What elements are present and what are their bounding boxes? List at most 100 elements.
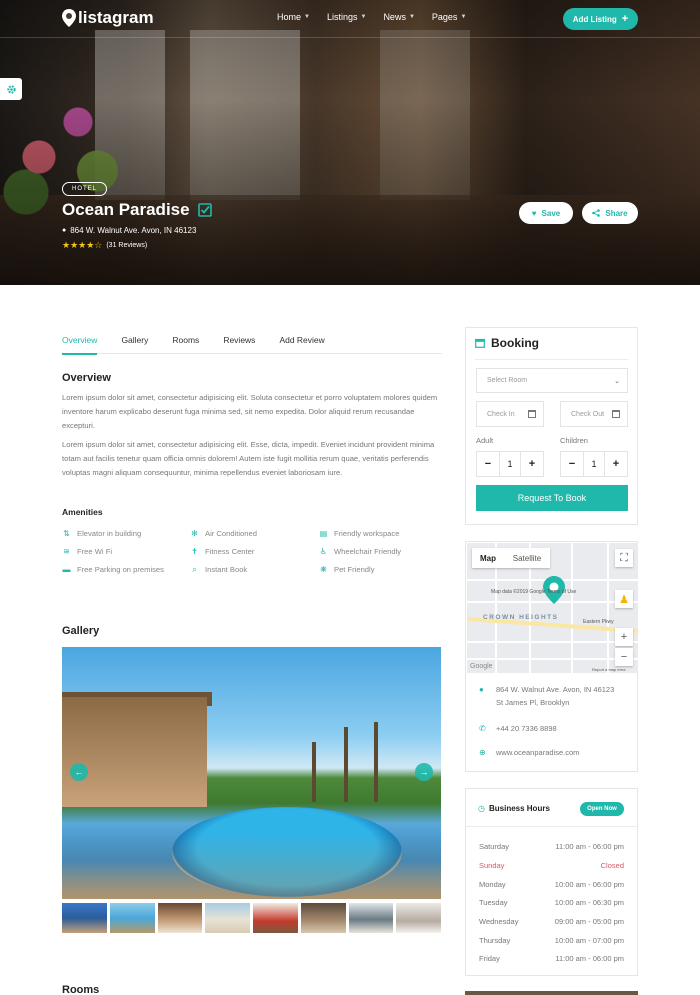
pegman-icon: ♟ [619,593,629,606]
decrement-button[interactable]: − [477,452,499,476]
amenity-item: ⌕ Instant Book [190,565,247,575]
google-logo: Google [470,663,493,670]
add-listing-button[interactable]: Add Listing + [563,8,638,30]
hours-row: Thursday 10:00 am - 07:00 pm [479,936,624,945]
amenity-item: ≋ Free Wi Fi [63,547,113,556]
phone-icon: ✆ [479,724,486,733]
hours-row: Sunday Closed [479,861,624,870]
share-button[interactable]: Share [582,202,638,224]
calendar-icon [528,410,536,418]
contact-phone[interactable]: ✆ +44 20 7336 8898 [479,722,557,735]
share-icon [592,209,601,217]
wheelchair-icon: ♿ [319,547,328,556]
check-out-field[interactable]: Check Out [560,401,628,427]
main-nav: Home ▼ Listings ▼ News ▼ Pages ▼ [277,12,483,22]
chevron-down-icon: ▼ [408,14,415,20]
fullscreen-button[interactable]: ⛶ [615,549,633,567]
minus-icon: − [620,651,628,663]
map-pin-icon: ● [479,685,484,694]
verified-icon [197,203,212,217]
plus-icon: + [620,631,628,643]
settings-toggle[interactable] [0,78,22,100]
listing-address: ● 864 W. Walnut Ave. Avon, IN 46123 [62,226,197,235]
tab-overview[interactable]: Overview [62,329,98,355]
map-tab[interactable]: Map [472,548,504,568]
top-navbar: listagram Home ▼ Listings ▼ News ▼ Pages ▼ A… [0,0,700,38]
nav-home[interactable]: Home ▼ [277,12,310,22]
site-logo[interactable]: listagram [62,8,154,28]
nav-news[interactable]: News ▼ [383,12,414,22]
booking-header: Booking [475,336,539,350]
amenities-title: Amenities [62,507,103,517]
listing-title-row: Ocean Paradise [62,200,212,220]
adult-stepper: − 1 + [476,451,544,477]
gear-icon [6,84,16,94]
street-view-button[interactable]: ♟ [615,590,633,608]
children-stepper: − 1 + [560,451,628,477]
gallery-main-image[interactable]: ← → [62,647,441,899]
nav-pages[interactable]: Pages ▼ [432,12,466,22]
amenity-item: ⇅ Elevator in building [63,529,142,538]
arrow-left-icon: ← [74,767,84,777]
check-in-field[interactable]: Check In [476,401,544,427]
globe-icon: ⊕ [479,748,486,757]
zoom-in-button[interactable]: + [615,628,633,646]
amenity-item: ♿ Wheelchair Friendly [319,547,402,556]
tab-add-review[interactable]: Add Review [279,329,324,354]
children-label: Children [560,436,588,445]
gallery-thumbnail[interactable] [205,903,250,933]
hours-row: Saturday 11:00 am - 06:00 pm [479,842,624,851]
gallery-thumbnail[interactable] [109,903,155,933]
amenity-item: ✻ Air Conditioned [191,529,257,538]
gallery-thumbnail[interactable] [396,903,441,933]
gallery-thumbnail[interactable] [157,903,203,933]
gallery-thumbnail[interactable] [253,903,298,933]
gallery-prev-button[interactable]: ← [70,763,88,781]
gallery-thumbnails [62,903,441,933]
business-hours-header: ◷ Business Hours [478,804,550,813]
save-button[interactable]: ♥ Save [519,202,573,224]
tab-rooms[interactable]: Rooms [172,329,199,354]
decrement-button[interactable]: − [561,452,583,476]
increment-button[interactable]: + [605,452,627,476]
tab-gallery[interactable]: Gallery [121,329,148,354]
listing-rating: ★★★★☆ (31 Reviews) [62,240,147,251]
wifi-icon: ≋ [63,547,70,556]
gallery-title: Gallery [62,625,100,637]
hours-row: Monday 10:00 am - 06:00 pm [479,880,624,889]
tab-reviews[interactable]: Reviews [223,329,255,354]
review-count: (31 Reviews) [106,242,148,249]
request-to-book-button[interactable]: Request To Book [476,485,628,511]
select-room-dropdown[interactable]: Select Room ⌄ [476,368,628,393]
villa [62,697,207,807]
calendar-icon [612,410,620,418]
zoom-out-button[interactable]: − [615,648,633,666]
star-rating-icon: ★★★★☆ [62,240,103,250]
report-map-error-link[interactable]: Report a map error [592,667,626,672]
gallery-thumbnail[interactable] [348,903,394,933]
chevron-down-icon: ▼ [360,14,367,20]
next-widget-image [465,991,638,995]
location-widget: Map Satellite ⛶ ♟ + − Map data ©2019 Goo… [465,541,638,772]
gallery-thumbnail[interactable] [300,903,346,933]
adult-count[interactable]: 1 [499,452,521,476]
logo-text: listagram [78,8,154,27]
map-view[interactable]: Map Satellite ⛶ ♟ + − Map data ©2019 Goo… [467,543,638,673]
hours-row: Friday 11:00 am - 06:00 pm [479,954,624,963]
chevron-down-icon: ▼ [304,14,310,20]
increment-button[interactable]: + [521,452,543,476]
amenity-item: ▤ Friendly workspace [319,529,400,538]
business-hours-widget: ◷ Business Hours Open Now Saturday 11:00 … [465,788,638,976]
adult-label: Adult [476,436,494,445]
amenity-item: ❋ Pet Friendly [320,565,375,574]
gallery-thumbnail[interactable] [62,903,107,933]
gallery-next-button[interactable]: → [415,763,433,781]
satellite-tab[interactable]: Satellite [504,548,550,568]
overview-paragraph: Lorem ipsum dolor sit amet, consectetur … [62,440,435,478]
amenity-item: ▬ Free Parking on premises [62,565,164,574]
elevator-icon: ⇅ [63,529,70,538]
nav-listings[interactable]: Listings ▼ [327,12,366,22]
children-count[interactable]: 1 [583,452,605,476]
map-area-label: CROWN HEIGHTS [483,614,559,621]
contact-website[interactable]: ⊕ www.oceanparadise.com [479,746,579,759]
